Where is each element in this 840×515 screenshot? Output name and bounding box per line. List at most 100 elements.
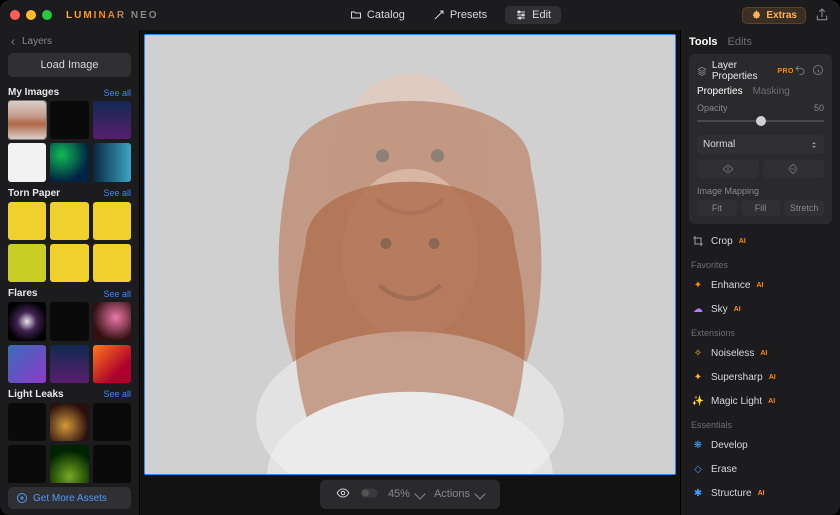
chevrons-updown-icon [810, 141, 818, 149]
section-torn-paper-title: Torn Paper [8, 188, 60, 199]
tool-crop[interactable]: CropAI [689, 230, 832, 252]
asset-thumb[interactable] [8, 244, 46, 282]
noise-icon: ✧ [691, 346, 705, 360]
zoom-dropdown[interactable]: 45% [388, 488, 424, 500]
asset-thumb[interactable] [50, 403, 88, 441]
extras-button[interactable]: Extras [742, 7, 806, 24]
canvas-area: 45% Actions [140, 30, 680, 515]
subtab-properties[interactable]: Properties [697, 86, 743, 97]
tool-erase[interactable]: ◇Erase [689, 458, 832, 480]
ai-badge: AI [768, 398, 775, 405]
tab-edits[interactable]: Edits [728, 36, 752, 48]
crop-icon [691, 234, 705, 248]
opacity-slider[interactable] [697, 113, 824, 129]
left-panel: Layers Load Image My ImagesSee all Torn … [0, 30, 140, 515]
minimize-window-button[interactable] [26, 10, 36, 20]
mapping-fit[interactable]: Fit [697, 200, 737, 216]
asset-thumb[interactable] [93, 445, 131, 483]
get-more-assets-button[interactable]: Get More Assets [8, 487, 131, 509]
blend-mode-value: Normal [703, 139, 735, 150]
cloud-icon: ☁ [691, 302, 705, 316]
tool-structure[interactable]: ✱StructureAI [689, 482, 832, 504]
see-all-flares[interactable]: See all [103, 289, 131, 299]
load-image-button[interactable]: Load Image [8, 53, 131, 77]
chevron-right-icon[interactable] [127, 137, 131, 150]
zoom-value: 45% [388, 488, 410, 500]
nav-presets[interactable]: Presets [423, 6, 497, 24]
subtab-masking[interactable]: Masking [753, 86, 790, 97]
actions-dropdown[interactable]: Actions [434, 488, 484, 500]
magic-icon: ✨ [691, 394, 705, 408]
tool-label: Sky [711, 304, 728, 315]
info-button[interactable] [812, 64, 824, 79]
mapping-fill[interactable]: Fill [741, 200, 781, 216]
tool-sky[interactable]: ☁ Sky AI [689, 298, 832, 320]
tool-enhance[interactable]: ✦EnhanceAI [689, 274, 832, 296]
asset-thumb[interactable] [50, 302, 88, 340]
puzzle-icon [751, 10, 762, 21]
image-canvas[interactable] [144, 34, 676, 475]
ai-badge: AI [734, 306, 741, 313]
asset-thumb[interactable] [50, 143, 88, 181]
see-all-torn-paper[interactable]: See all [103, 188, 131, 198]
nav-edit[interactable]: Edit [505, 6, 561, 24]
asset-thumb[interactable] [93, 101, 131, 139]
asset-thumb[interactable] [50, 202, 88, 240]
tool-develop[interactable]: ❋Develop [689, 434, 832, 456]
develop-icon: ❋ [691, 438, 705, 452]
asset-thumb[interactable] [93, 302, 131, 340]
layer-properties-card: Layer Properties PRO Properties Masking … [689, 54, 832, 224]
asset-thumb[interactable] [8, 345, 46, 383]
asset-thumb[interactable] [50, 101, 88, 139]
mapping-stretch[interactable]: Stretch [784, 200, 824, 216]
asset-thumb[interactable] [50, 244, 88, 282]
chevron-left-icon [8, 37, 18, 47]
asset-thumb[interactable] [8, 101, 46, 139]
asset-thumb[interactable] [8, 302, 46, 340]
see-all-light-leaks[interactable]: See all [103, 389, 131, 399]
tool-label: Enhance [711, 280, 750, 291]
asset-thumb[interactable] [93, 403, 131, 441]
canvas-toolbar: 45% Actions [320, 479, 500, 509]
nav-edit-label: Edit [532, 9, 551, 21]
close-window-button[interactable] [10, 10, 20, 20]
asset-thumb[interactable] [93, 244, 131, 282]
undo-icon [794, 64, 806, 76]
flip-v-icon [788, 162, 798, 176]
asset-thumb[interactable] [8, 445, 46, 483]
asset-thumb[interactable] [8, 202, 46, 240]
slider-thumb[interactable] [756, 116, 766, 126]
nav-catalog[interactable]: Catalog [340, 6, 415, 24]
app-window: LUMINAR NEO Catalog Presets Edit [0, 0, 840, 515]
share-button[interactable] [814, 7, 830, 23]
tab-tools[interactable]: Tools [689, 36, 718, 48]
undo-button[interactable] [794, 64, 806, 79]
asset-thumb[interactable] [93, 202, 131, 240]
blend-mode-select[interactable]: Normal [697, 135, 824, 154]
asset-thumb[interactable] [8, 143, 46, 181]
ai-badge: AI [760, 350, 767, 357]
tool-magic-light[interactable]: ✨Magic LightAI [689, 390, 832, 412]
tool-color[interactable]: ◉Color [689, 506, 832, 509]
tool-label: Erase [711, 464, 737, 475]
asset-thumb[interactable] [8, 403, 46, 441]
section-flares-title: Flares [8, 288, 37, 299]
tool-label: Crop [711, 236, 733, 247]
asset-thumb[interactable] [50, 445, 88, 483]
asset-thumb[interactable] [93, 143, 131, 181]
asset-thumb[interactable] [50, 345, 88, 383]
asset-thumb[interactable] [93, 345, 131, 383]
flip-horizontal-button[interactable] [697, 160, 759, 178]
compare-toggle[interactable] [360, 487, 378, 502]
structure-icon: ✱ [691, 486, 705, 500]
visibility-toggle[interactable] [336, 486, 350, 503]
fullscreen-window-button[interactable] [42, 10, 52, 20]
sliders-icon [515, 9, 527, 21]
my-images-grid [8, 101, 131, 182]
layers-header[interactable]: Layers [8, 34, 131, 49]
ai-badge: AI [756, 282, 763, 289]
see-all-my-images[interactable]: See all [103, 88, 131, 98]
tool-noiseless[interactable]: ✧NoiselessAI [689, 342, 832, 364]
tool-supersharp[interactable]: ✦SupersharpAI [689, 366, 832, 388]
flip-vertical-button[interactable] [763, 160, 825, 178]
